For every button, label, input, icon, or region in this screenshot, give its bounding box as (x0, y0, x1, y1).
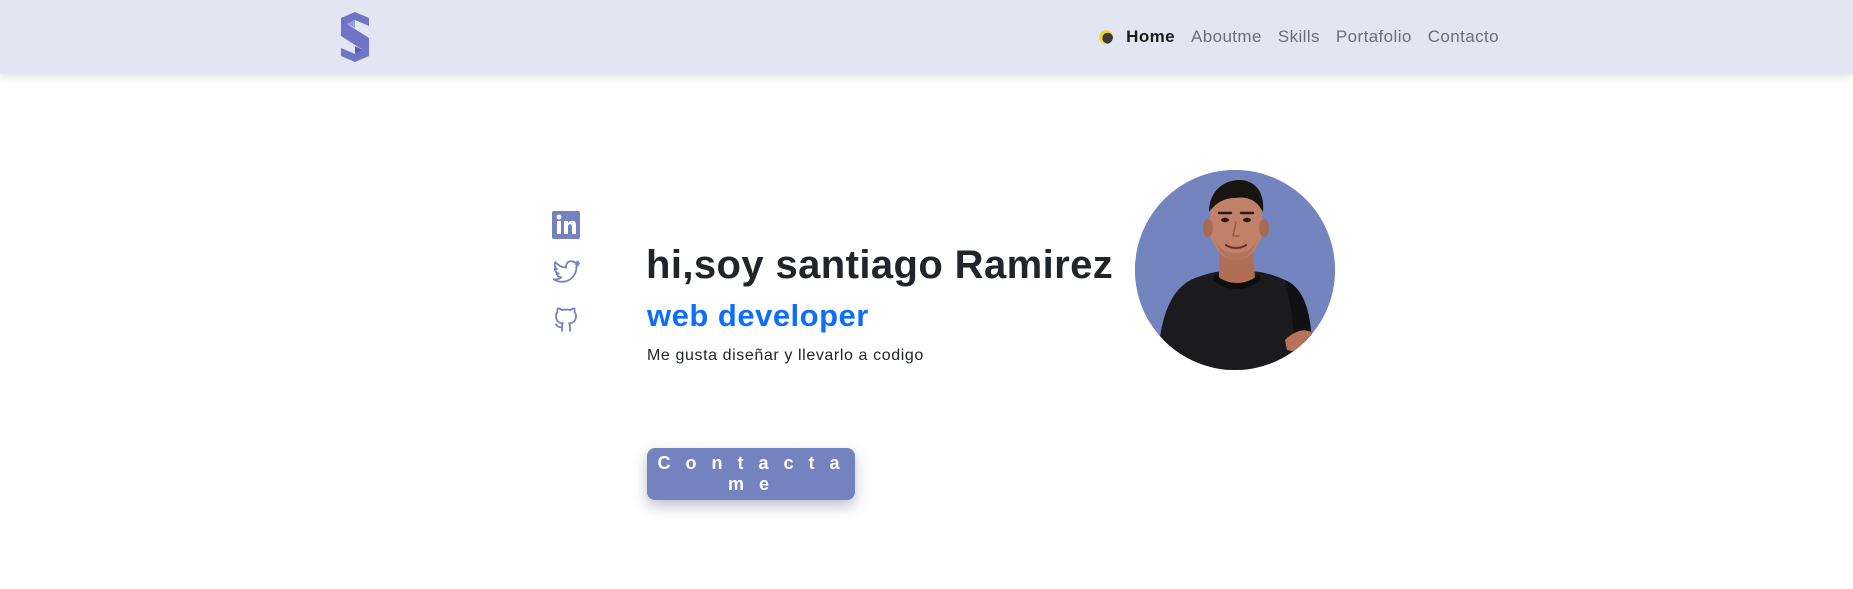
github-link[interactable] (551, 304, 581, 334)
navbar: Home Aboutme Skills Portafolio Contacto (0, 0, 1853, 74)
hero-title: hi,soy santiago Ramirez (646, 243, 1114, 287)
s-logo-icon (341, 12, 369, 62)
twitter-icon (552, 260, 580, 283)
profile-photo (1135, 170, 1335, 370)
nav-link-home[interactable]: Home (1126, 27, 1175, 47)
contact-button[interactable]: C o n t a c t a m e (647, 448, 855, 500)
github-icon (555, 307, 577, 332)
nav-link-portafolio[interactable]: Portafolio (1336, 27, 1412, 47)
nav-link-skills[interactable]: Skills (1278, 27, 1320, 47)
twitter-link[interactable] (551, 257, 581, 287)
social-links (551, 210, 581, 351)
linkedin-icon (552, 211, 580, 239)
profile-photo-illustration (1135, 170, 1335, 370)
hero-description: Me gusta diseñar y llevarlo a codigo (647, 347, 924, 364)
brand-logo[interactable] (337, 12, 373, 62)
linkedin-link[interactable] (551, 210, 581, 240)
nav-links: Home Aboutme Skills Portafolio Contacto (1099, 0, 1499, 74)
hero-subtitle: web developer (647, 298, 869, 333)
moon-toggle-icon[interactable] (1099, 30, 1114, 44)
nav-link-contacto[interactable]: Contacto (1428, 27, 1499, 47)
nav-link-aboutme[interactable]: Aboutme (1191, 27, 1262, 47)
